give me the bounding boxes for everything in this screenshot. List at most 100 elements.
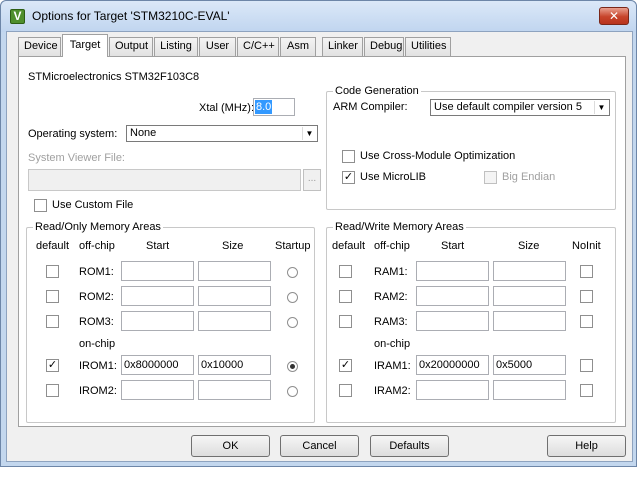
irom2-default-checkbox[interactable]: [46, 384, 59, 397]
rom1-size-input[interactable]: [198, 261, 271, 281]
read-only-memory-group: Read/Only Memory Areas default off-chip …: [26, 221, 315, 423]
ram1-start-input[interactable]: [416, 261, 489, 281]
rom1-start-input[interactable]: [121, 261, 194, 281]
rom3-startup-radio[interactable]: [287, 317, 298, 328]
operating-system-select[interactable]: None ▼: [126, 125, 318, 142]
ram2-noinit-checkbox[interactable]: [580, 290, 593, 303]
tab-c-cpp[interactable]: C/C++: [237, 37, 279, 56]
device-name-label: STMicroelectronics STM32F103C8: [28, 71, 200, 83]
window-title: Options for Target 'STM3210C-EVAL': [32, 9, 230, 23]
irom1-size-input[interactable]: 0x10000: [198, 355, 271, 375]
title-bar[interactable]: V Options for Target 'STM3210C-EVAL' ✕: [1, 1, 636, 32]
chevron-down-icon: ▼: [594, 101, 608, 114]
use-custom-file-checkbox[interactable]: [34, 199, 47, 212]
read-only-memory-title: Read/Only Memory Areas: [33, 221, 163, 233]
ram2-default-checkbox[interactable]: [339, 290, 352, 303]
ram3-start-input[interactable]: [416, 311, 489, 331]
cross-module-optimization-label: Use Cross-Module Optimization: [360, 150, 516, 162]
rom1-startup-radio[interactable]: [287, 267, 298, 278]
xtal-value: 8.0: [255, 100, 273, 114]
irom1-default-checkbox[interactable]: ✓: [46, 359, 59, 372]
big-endian-checkbox[interactable]: [484, 171, 497, 184]
ram3-noinit-checkbox[interactable]: [580, 315, 593, 328]
rom3-label: ROM3:: [79, 316, 114, 328]
rom2-default-checkbox[interactable]: [46, 290, 59, 303]
arm-compiler-label: ARM Compiler:: [333, 101, 408, 113]
iram2-start-input[interactable]: [416, 380, 489, 400]
operating-system-label: Operating system:: [28, 128, 118, 140]
tab-utilities[interactable]: Utilities: [405, 37, 451, 56]
rom2-label: ROM2:: [79, 291, 114, 303]
rom2-start-input[interactable]: [121, 286, 194, 306]
tab-asm[interactable]: Asm: [280, 37, 316, 56]
ram-header-default: default: [332, 240, 366, 252]
rom-header-size: Size: [222, 240, 244, 252]
options-dialog: V Options for Target 'STM3210C-EVAL' ✕ D…: [0, 0, 637, 467]
use-custom-file-label: Use Custom File: [52, 199, 134, 211]
help-button[interactable]: Help: [547, 435, 626, 457]
rom-header-default: default: [36, 240, 70, 252]
ram3-label: RAM3:: [374, 316, 408, 328]
close-button[interactable]: ✕: [599, 7, 629, 25]
iram1-start-input[interactable]: 0x20000000: [416, 355, 489, 375]
rom2-startup-radio[interactable]: [287, 292, 298, 303]
target-tab-panel: STMicroelectronics STM32F103C8 Xtal (MHz…: [18, 56, 626, 427]
ram-header-noinit: NoInit: [572, 240, 601, 252]
ram1-default-checkbox[interactable]: [339, 265, 352, 278]
iram2-default-checkbox[interactable]: [339, 384, 352, 397]
iram2-noinit-checkbox[interactable]: [580, 384, 593, 397]
iram1-noinit-checkbox[interactable]: [580, 359, 593, 372]
cancel-button[interactable]: Cancel: [280, 435, 359, 457]
ram2-label: RAM2:: [374, 291, 408, 303]
cross-module-optimization-checkbox[interactable]: [342, 150, 355, 163]
read-write-memory-group: Read/Write Memory Areas default off-chip…: [326, 221, 616, 423]
irom2-startup-radio[interactable]: [287, 386, 298, 397]
system-viewer-file-input[interactable]: [28, 169, 301, 191]
code-generation-group: Code Generation ARM Compiler: Use defaul…: [326, 85, 616, 210]
iram2-size-input[interactable]: [493, 380, 566, 400]
rom3-default-checkbox[interactable]: [46, 315, 59, 328]
dialog-client-area: Device Target Output Listing User C/C++ …: [6, 31, 633, 462]
tab-device[interactable]: Device: [18, 37, 61, 56]
rom1-default-checkbox[interactable]: [46, 265, 59, 278]
tab-debug[interactable]: Debug: [364, 37, 404, 56]
tab-linker[interactable]: Linker: [322, 37, 363, 56]
irom2-size-input[interactable]: [198, 380, 271, 400]
tab-listing[interactable]: Listing: [154, 37, 198, 56]
xtal-input[interactable]: 8.0: [253, 98, 295, 116]
defaults-button[interactable]: Defaults: [370, 435, 449, 457]
tab-target[interactable]: Target: [62, 34, 108, 57]
irom2-start-input[interactable]: [121, 380, 194, 400]
iram1-label: IRAM1:: [374, 360, 411, 372]
ram2-start-input[interactable]: [416, 286, 489, 306]
code-generation-title: Code Generation: [333, 85, 421, 97]
ram-header-size: Size: [518, 240, 540, 252]
tab-user[interactable]: User: [199, 37, 236, 56]
system-viewer-browse-button[interactable]: ...: [303, 169, 321, 191]
irom1-start-input[interactable]: 0x8000000: [121, 355, 194, 375]
rom3-start-input[interactable]: [121, 311, 194, 331]
rom1-label: ROM1:: [79, 266, 114, 278]
ram-onchip-label: on-chip: [374, 338, 411, 350]
arm-compiler-select[interactable]: Use default compiler version 5 ▼: [430, 99, 610, 116]
rom2-size-input[interactable]: [198, 286, 271, 306]
ram1-size-input[interactable]: [493, 261, 566, 281]
ram3-default-checkbox[interactable]: [339, 315, 352, 328]
use-microlib-checkbox[interactable]: ✓: [342, 171, 355, 184]
irom1-label: IROM1:: [79, 360, 117, 372]
iram2-label: IRAM2:: [374, 385, 411, 397]
rom3-size-input[interactable]: [198, 311, 271, 331]
ram3-size-input[interactable]: [493, 311, 566, 331]
big-endian-label: Big Endian: [502, 171, 556, 183]
ok-button[interactable]: OK: [191, 435, 270, 457]
ram1-label: RAM1:: [374, 266, 408, 278]
irom1-startup-radio[interactable]: [287, 361, 298, 372]
tab-output[interactable]: Output: [109, 37, 153, 56]
rom-header-startup: Startup: [275, 240, 311, 252]
iram1-size-input[interactable]: 0x5000: [493, 355, 566, 375]
ram2-size-input[interactable]: [493, 286, 566, 306]
irom2-label: IROM2:: [79, 385, 117, 397]
iram1-default-checkbox[interactable]: ✓: [339, 359, 352, 372]
system-viewer-file-label: System Viewer File:: [28, 152, 125, 164]
ram1-noinit-checkbox[interactable]: [580, 265, 593, 278]
